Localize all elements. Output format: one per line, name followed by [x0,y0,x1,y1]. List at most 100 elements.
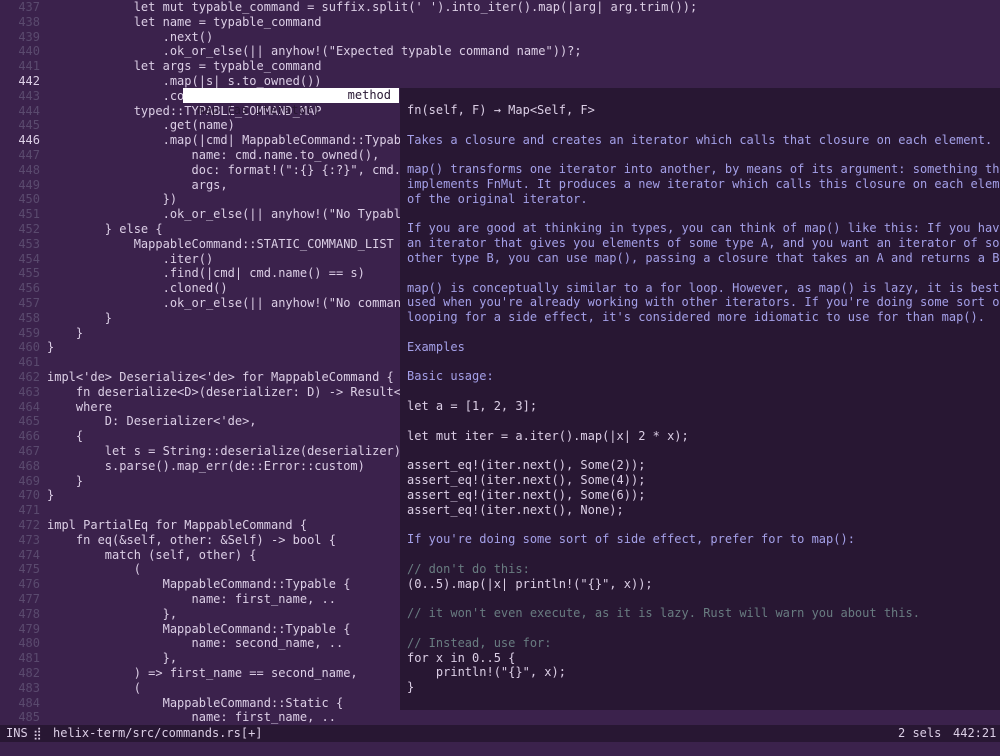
code-text[interactable]: name: second_name, .. [40,636,343,651]
line-number: 437 [18,0,40,14]
doc-line: map() is conceptually similar to a for l… [407,280,1000,295]
code-text[interactable]: ( [40,681,141,696]
code-text[interactable]: } else { [40,222,163,237]
line-number: 438 [18,14,40,29]
code-text[interactable]: where [40,400,112,415]
doc-line: If you are good at thinking in types, yo… [407,221,1000,236]
code-text[interactable]: D: Deserializer<'de>, [40,414,257,429]
line-number: 467 [18,444,40,458]
doc-line: for x in 0..5 { [407,650,516,665]
line-number: 459 [18,325,40,340]
code-text[interactable]: .iter() [40,252,214,267]
doc-line: implements FnMut. It produces a new iter… [407,177,1000,191]
code-text[interactable]: let name = typable_command [40,15,322,30]
line-number: 453 [18,236,40,251]
code-text[interactable]: match (self, other) { [40,548,257,563]
line-number: 476 [18,577,40,592]
code-text[interactable]: .find(|cmd| cmd.name() == s) [40,266,365,281]
doc-line: map() transforms one iterator into anoth… [407,162,1000,177]
code-line[interactable]: 442 .map(|s| s.to_owned()) [0,74,1000,89]
code-text[interactable]: } [40,340,54,355]
completion-menu[interactable]: map (as Iterator) method [183,88,399,117]
code-text[interactable]: }) [40,192,177,207]
code-text[interactable]: MappableCommand::STATIC_COMMAND_LIST [40,237,394,252]
line-number: 481 [18,651,40,666]
code-text[interactable]: MappableCommand::Typable { [40,622,351,637]
line-number: 444 [18,103,40,118]
line-number: 468 [18,458,40,473]
line-number: 484 [18,695,40,710]
code-text[interactable]: let mut typable_command = suffix.split('… [40,0,698,15]
code-line[interactable]: 437 let mut typable_command = suffix.spl… [0,0,1000,15]
line-number: 464 [18,399,40,414]
code-text[interactable]: .map(|cmd| MappableCommand::Typable { [40,133,430,148]
code-text[interactable]: s.parse().map_err(de::Error::custom) [40,459,365,474]
code-text[interactable]: name: first_name, .. [40,592,336,607]
line-number: 449 [18,177,40,192]
code-text[interactable]: { [40,429,83,444]
cursor-position: 442:21 [953,726,997,740]
completion-item-label[interactable]: map (as Iterator) [197,103,320,117]
line-number: 471 [18,503,40,518]
line-number: 446 [18,133,40,148]
line-number: 445 [18,118,40,133]
code-line[interactable]: 438 let name = typable_command [0,15,1000,30]
line-number: 455 [18,266,40,281]
code-text[interactable]: name: first_name, .. [40,710,336,725]
code-text[interactable]: args, [40,178,227,193]
line-number: 474 [18,547,40,562]
doc-line: assert_eq!(iter.next(), Some(4)); [407,473,646,487]
line-number: 463 [18,384,40,399]
doc-line: assert_eq!(iter.next(), Some(6)); [407,487,646,502]
code-text[interactable]: } [40,326,83,341]
command-line[interactable] [0,742,1000,756]
doc-line: } [407,680,415,695]
doc-line: assert_eq!(iter.next(), None); [407,502,624,517]
code-text[interactable]: } [40,311,112,326]
code-line[interactable]: 439 .next() [0,30,1000,45]
code-line[interactable]: 440 .ok_or_else(|| anyhow!("Expected typ… [0,44,1000,59]
code-text[interactable]: name: cmd.name.to_owned(), [40,148,379,163]
line-number: 485 [18,710,40,725]
code-text[interactable]: .next() [40,30,214,45]
line-number: 466 [18,429,40,444]
code-line[interactable]: 441 let args = typable_command [0,59,1000,74]
code-text[interactable]: ) => first_name == second_name, [40,666,358,681]
code-text[interactable]: .ok_or_else(|| anyhow!("Expected typable… [40,44,582,59]
line-number: 439 [18,29,40,44]
line-number: 462 [18,370,40,384]
line-number: 477 [18,592,40,606]
code-text[interactable]: }, [40,651,177,666]
doc-line: an iterator that gives you elements of s… [407,236,1000,251]
code-text[interactable]: .map(|s| s.to_owned()) [40,74,322,89]
code-text[interactable]: ( [40,562,141,577]
code-text[interactable]: } [40,488,54,503]
mode-indicator: INS [6,726,28,740]
code-text[interactable]: .cloned() [40,281,228,296]
code-text[interactable]: .get(name) [40,118,235,133]
file-name: helix-term/src/commands.rs[+] [53,726,263,740]
code-text[interactable]: let args = typable_command [40,59,322,74]
doc-line: // it won't even execute, as it is lazy.… [407,606,920,621]
doc-line: let mut iter = a.iter().map(|x| 2 * x); [407,428,689,443]
doc-line: looping for a side effect, it's consider… [407,310,985,325]
line-number: 443 [18,88,40,103]
spinner-icon: ⣾ [33,726,42,740]
line-number: 470 [18,488,40,503]
code-text[interactable]: MappableCommand::Static { [40,696,344,711]
code-text[interactable]: } [40,474,83,489]
code-text[interactable]: impl PartialEq for MappableCommand { [40,518,307,533]
code-text[interactable]: }, [40,607,177,622]
code-text[interactable]: MappableCommand::Typable { [40,577,351,592]
code-text[interactable]: impl<'de> Deserialize<'de> for MappableC… [40,370,394,385]
line-number: 479 [18,621,40,636]
doc-line: Takes a closure and creates an iterator … [407,132,993,147]
code-line[interactable]: 485 name: first_name, .. [0,710,1000,725]
line-number: 461 [18,355,40,370]
doc-line: assert_eq!(iter.next(), Some(2)); [407,458,646,473]
line-number: 460 [18,340,40,355]
code-text[interactable]: let s = String::deserialize(deserializer… [40,444,416,459]
code-text[interactable]: fn eq(&self, other: &Self) -> bool { [40,533,336,548]
doc-line: // Instead, use for: [407,635,552,650]
line-number: 448 [18,162,40,177]
